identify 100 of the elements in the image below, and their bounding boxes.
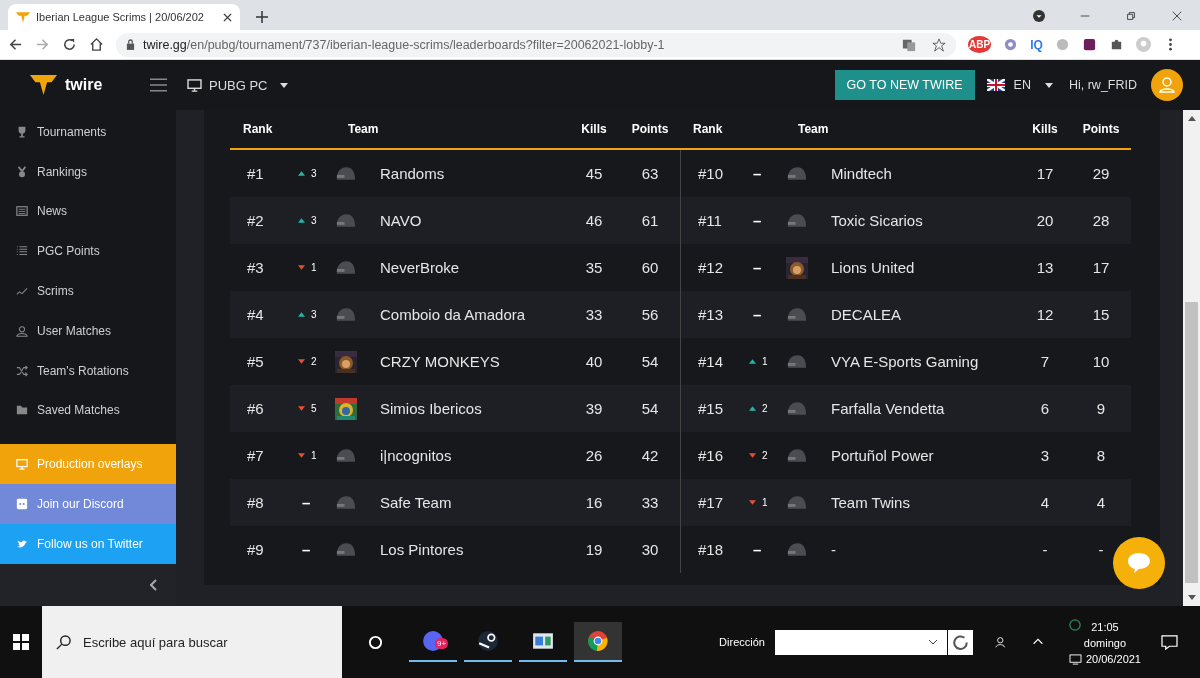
kills-cell-text: 4 [1039,494,1051,511]
collapse-chevron-icon[interactable] [150,578,158,591]
position-change: 2 [762,403,768,414]
position-change: – [752,212,762,229]
points-cell-text: 61 [640,212,660,229]
position-change: 3 [311,215,317,226]
points-cell-text: 8 [1095,447,1107,464]
sidebar-item[interactable]: Tournaments [0,112,176,152]
scrollbar[interactable] [1183,110,1200,606]
helmet-icon [786,400,807,417]
list-icon [16,245,28,258]
position-change: 2 [311,356,317,367]
close-icon[interactable] [223,12,232,22]
search-field[interactable]: Escribe aquí para buscar [42,606,342,678]
clock-day[interactable]: domingo [1083,637,1127,649]
column-header: Rank [242,122,274,136]
profile-dropdown-icon[interactable] [1033,10,1045,22]
adblock-extension[interactable]: ABP [968,36,992,53]
up-arrow-icon [749,406,756,411]
up-arrow-icon [298,171,305,176]
address-field[interactable]: twire.gg/en/pubg/tournament/737/iberian-league-scrims/leaderboards?filter=20062021-lobby-1 [116,32,956,57]
rank-cell-text: #10 [697,165,725,182]
rank-cell-text: #4 [246,306,265,323]
helmet-icon [335,306,356,323]
down-arrow-icon [298,359,305,364]
position-change: 2 [762,450,768,461]
up-arrow-icon [298,312,305,317]
sidebar-item[interactable]: Team's Rotations [0,350,176,391]
sidebar-item[interactable]: User Matches [0,311,176,351]
sidebar-item[interactable]: Rankings [0,151,176,192]
new-tab-icon[interactable] [256,11,268,23]
taskbar-app[interactable] [574,622,622,662]
new-twire-button[interactable]: GO TO NEW TWIRE [834,70,975,100]
logo-icon[interactable] [30,75,57,95]
home-icon[interactable] [89,37,104,52]
team-name: Toxic Sicarios [831,212,924,229]
scroll-up-icon[interactable] [1187,116,1196,121]
back-icon[interactable] [8,37,23,52]
clock-date[interactable]: 20/06/2021 [1085,653,1141,665]
trophy-icon [16,125,28,138]
kills-cell-text: 17 [1035,165,1055,182]
cortana-icon[interactable] [368,634,383,650]
helmet-icon [335,212,356,229]
caret-icon [928,639,937,645]
points-cell-text: 17 [1091,259,1111,276]
steam-icon [477,630,499,652]
user-avatar-icon[interactable] [1151,69,1183,101]
helmet-icon [786,353,807,370]
news-icon [16,205,28,218]
translate-icon[interactable] [902,37,916,52]
platform-dropdown[interactable]: PUBG PC [187,77,288,93]
extension-icon[interactable] [1081,37,1097,52]
kills-cell-text: 7 [1039,353,1051,370]
up-arrow-icon [298,218,305,223]
position-change: 5 [311,403,317,414]
column-header: Points [630,122,670,136]
position-change: 3 [311,309,317,320]
notification-icon[interactable] [1161,634,1178,650]
monitor-icon[interactable] [1068,653,1082,665]
language-dropdown[interactable]: EN [986,78,1053,92]
rank-cell-text: #7 [246,447,265,464]
menu-icon[interactable] [150,78,167,92]
sidebar-item[interactable]: Scrims [0,271,176,311]
position-change: – [752,306,762,323]
reload-icon[interactable] [62,37,77,52]
network-icon[interactable] [1068,619,1081,631]
scroll-down-icon[interactable] [1187,595,1196,600]
sidebar-item[interactable]: Saved Matches [0,390,176,431]
site-logo[interactable]: twire [65,76,103,94]
kills-cell-text: 35 [584,259,604,276]
search-icon [56,634,71,650]
position-change: 1 [311,450,317,461]
taskbar-app[interactable]: 9+ [409,622,457,662]
address-toolbar-label: Dirección [719,636,765,648]
address-field[interactable] [774,629,947,655]
star-icon[interactable] [932,37,946,52]
windows-start-icon[interactable] [13,634,29,650]
down-arrow-icon [298,265,305,270]
kills-cell-text: 26 [584,447,604,464]
kills-cell-text: 6 [1039,400,1051,417]
restore-icon[interactable] [1125,10,1137,22]
down-arrow-icon [298,453,305,458]
sidebar-item[interactable]: News [0,191,176,232]
window-icon [532,630,554,652]
close-icon[interactable] [1171,10,1183,22]
kills-cell-text: - [1041,541,1049,558]
clock-time[interactable]: 21:05 [1091,621,1119,633]
team-name: Team Twins [831,494,911,511]
monitor-icon [187,78,202,92]
team-name: CRZY MONKEYS [380,353,501,370]
reload-icon[interactable] [947,629,973,655]
sidebar-item[interactable]: PGC Points [0,231,176,272]
points-cell-text: 42 [640,447,660,464]
folder-icon [16,404,28,417]
rank-cell-text: #15 [697,400,725,417]
rank-cell-text: #9 [246,541,265,558]
team-name: Comboio da Amadora [380,306,527,323]
browser-tab[interactable]: Iberian League Scrims | 20/06/202 [8,4,240,30]
extension-button[interactable]: IQ [1030,37,1043,52]
points-cell-text: 4 [1095,494,1107,511]
